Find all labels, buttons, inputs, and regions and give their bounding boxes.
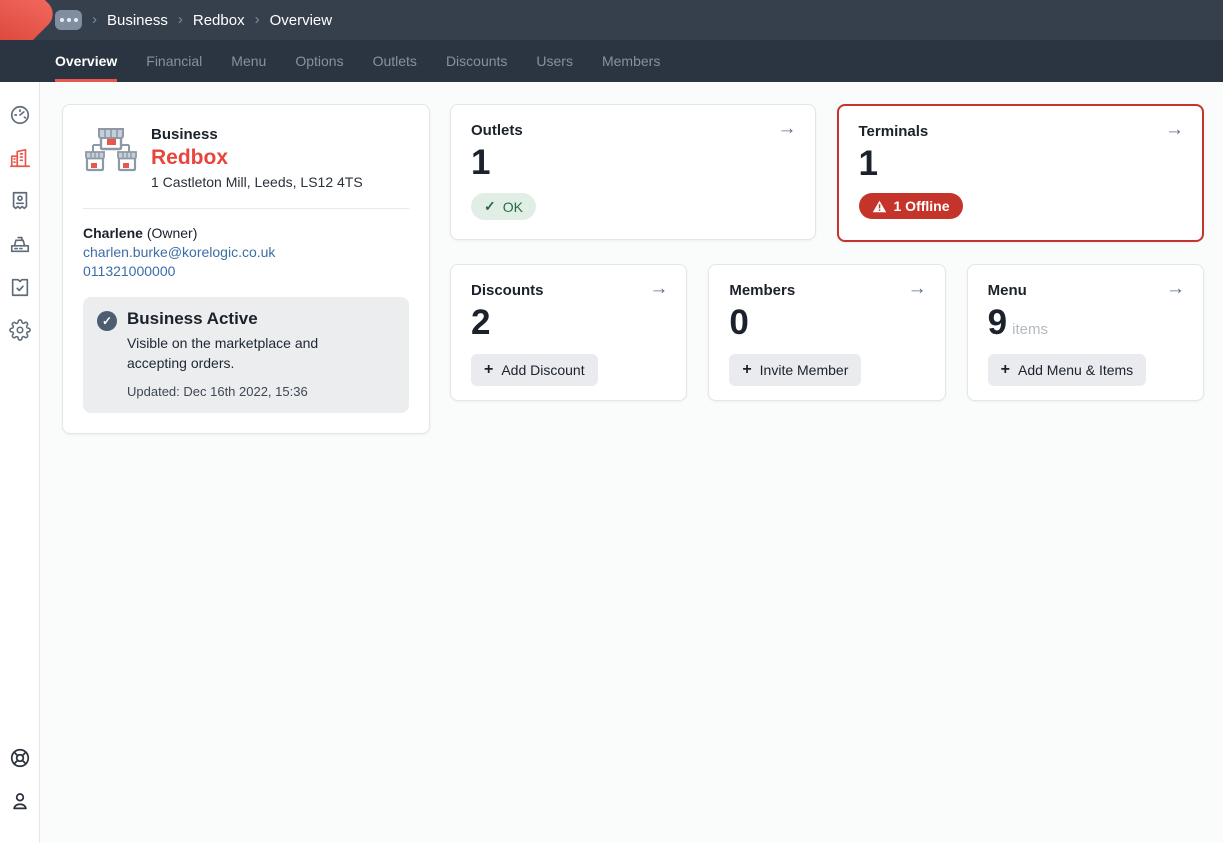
- arrow-right-icon[interactable]: →: [778, 119, 797, 138]
- discounts-title: Discounts: [471, 282, 666, 299]
- discounts-card: Discounts → 2 + Add Discount: [450, 264, 687, 401]
- stats-row-1: Outlets → 1 ✓ OK Terminals → 1: [450, 104, 1204, 242]
- ellipsis-dot: [67, 18, 71, 22]
- tab-overview[interactable]: Overview: [55, 40, 117, 82]
- tab-discounts[interactable]: Discounts: [446, 40, 507, 82]
- terminals-title: Terminals: [859, 123, 1183, 140]
- storefronts-icon: [83, 125, 139, 190]
- icon-sidebar: [0, 82, 40, 843]
- ellipsis-dot: [60, 18, 64, 22]
- arrow-right-icon[interactable]: →: [1166, 279, 1185, 298]
- add-discount-button[interactable]: + Add Discount: [471, 354, 598, 386]
- ellipsis-dot: [74, 18, 78, 22]
- menu-count-number: 9: [988, 303, 1007, 342]
- members-title: Members: [729, 282, 924, 299]
- discounts-count: 2: [471, 305, 666, 340]
- owner-line: Charlene (Owner): [83, 225, 409, 241]
- tab-financial[interactable]: Financial: [146, 40, 202, 82]
- plus-icon: +: [484, 362, 493, 378]
- invite-member-button[interactable]: + Invite Member: [729, 354, 861, 386]
- owner-role: (Owner): [147, 225, 198, 241]
- user-icon[interactable]: [9, 790, 31, 812]
- gear-icon[interactable]: [9, 319, 31, 341]
- status-title: Business Active: [127, 309, 357, 329]
- tab-members[interactable]: Members: [602, 40, 660, 82]
- owner-name: Charlene: [83, 225, 143, 241]
- content-area: Business Redbox 1 Castleton Mill, Leeds,…: [0, 82, 1223, 843]
- status-updated: Updated: Dec 16th 2022, 15:36: [127, 384, 357, 399]
- terminals-badge-label: 1 Offline: [894, 198, 950, 214]
- breadcrumb-item-overview[interactable]: Overview: [270, 12, 333, 29]
- divider: [83, 208, 409, 209]
- outlets-badge-label: OK: [503, 199, 523, 215]
- tab-bar: Overview Financial Menu Options Outlets …: [0, 40, 1223, 82]
- terminals-count: 1: [859, 146, 1183, 181]
- tab-users[interactable]: Users: [536, 40, 573, 82]
- chevron-right-icon: ›: [178, 12, 183, 27]
- tab-outlets[interactable]: Outlets: [373, 40, 417, 82]
- menu-title: Menu: [988, 282, 1183, 299]
- breadcrumb: › Business › Redbox › Overview: [55, 10, 332, 30]
- business-label: Business: [151, 126, 363, 143]
- menu-count-unit: items: [1012, 321, 1048, 338]
- terminals-card: Terminals → 1 1 Offline: [837, 104, 1205, 242]
- chevron-right-icon: ›: [255, 12, 260, 27]
- outlets-card: Outlets → 1 ✓ OK: [450, 104, 816, 240]
- members-card: Members → 0 + Invite Member: [708, 264, 945, 401]
- plus-icon: +: [1001, 362, 1010, 378]
- invite-member-label: Invite Member: [760, 362, 849, 378]
- lifebuoy-icon[interactable]: [9, 747, 31, 769]
- plus-icon: +: [742, 362, 751, 378]
- app-root: › Business › Redbox › Overview Overview …: [0, 0, 1223, 843]
- breadcrumb-item-redbox[interactable]: Redbox: [193, 12, 245, 29]
- menu-count: 9 items: [988, 305, 1183, 340]
- menu-card: Menu → 9 items + Add Menu & Items: [967, 264, 1204, 401]
- add-menu-items-label: Add Menu & Items: [1018, 362, 1133, 378]
- business-name: Redbox: [151, 146, 363, 170]
- main-panel: Business Redbox 1 Castleton Mill, Leeds,…: [40, 82, 1223, 843]
- business-address: 1 Castleton Mill, Leeds, LS12 4TS: [151, 174, 363, 190]
- arrow-right-icon[interactable]: →: [908, 279, 927, 298]
- owner-phone-link[interactable]: 011321000000: [83, 263, 409, 279]
- tab-menu[interactable]: Menu: [231, 40, 266, 82]
- warning-triangle-icon: [872, 200, 887, 213]
- outlets-count: 1: [471, 145, 795, 180]
- outlets-title: Outlets: [471, 122, 795, 139]
- status-description: Visible on the marketplace and accepting…: [127, 334, 357, 373]
- business-buildings-icon[interactable]: [9, 147, 31, 169]
- check-icon: ✓: [484, 198, 496, 215]
- add-discount-label: Add Discount: [501, 362, 584, 378]
- check-circle-icon: ✓: [97, 311, 117, 331]
- add-menu-items-button[interactable]: + Add Menu & Items: [988, 354, 1147, 386]
- breadcrumb-item-business[interactable]: Business: [107, 12, 168, 29]
- stats-row-2: Discounts → 2 + Add Discount Members → 0: [450, 264, 1204, 401]
- breadcrumb-bar: › Business › Redbox › Overview: [0, 0, 1223, 40]
- terminals-offline-badge: 1 Offline: [859, 193, 963, 219]
- receipt-contact-icon[interactable]: [9, 190, 31, 212]
- tab-options[interactable]: Options: [295, 40, 343, 82]
- business-status-box: ✓ Business Active Visible on the marketp…: [83, 297, 409, 413]
- arrow-right-icon[interactable]: →: [1165, 120, 1184, 139]
- owner-email-link[interactable]: charlen.burke@korelogic.co.uk: [83, 244, 409, 260]
- chevron-right-icon: ›: [92, 12, 97, 27]
- cash-register-icon[interactable]: [9, 233, 31, 255]
- breadcrumb-more-button[interactable]: [55, 10, 82, 30]
- business-card: Business Redbox 1 Castleton Mill, Leeds,…: [62, 104, 430, 434]
- clipboard-check-icon[interactable]: [9, 276, 31, 298]
- gauge-icon[interactable]: [9, 104, 31, 126]
- arrow-right-icon[interactable]: →: [649, 279, 668, 298]
- members-count: 0: [729, 305, 924, 340]
- outlets-ok-badge: ✓ OK: [471, 193, 536, 220]
